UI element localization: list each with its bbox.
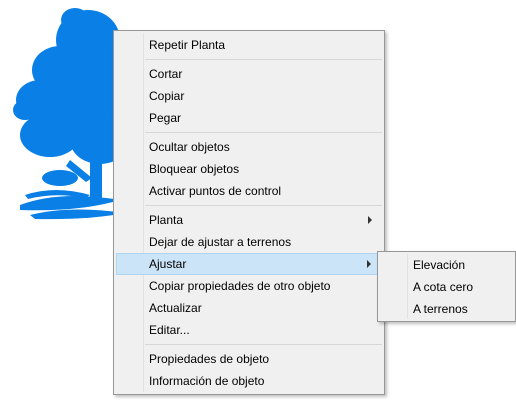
menu-item-label: A cota cero [413, 280, 474, 294]
menu-item-label: Ocultar objetos [149, 140, 230, 154]
chevron-right-icon [368, 216, 372, 224]
menu-item-propiedades-de-objeto[interactable]: Propiedades de objeto [116, 348, 382, 370]
submenu-item-elevacion[interactable]: Elevación [380, 254, 513, 276]
menu-separator [145, 344, 382, 345]
menu-item-label: Copiar [149, 89, 185, 103]
submenu-item-a-cota-cero[interactable]: A cota cero [380, 276, 513, 298]
menu-item-pegar[interactable]: Pegar [116, 107, 382, 129]
context-menu: Repetir Planta Cortar Copiar Pegar Ocult… [113, 30, 385, 395]
menu-item-ajustar[interactable]: Ajustar [116, 253, 382, 275]
menu-item-repetir-planta[interactable]: Repetir Planta [116, 34, 382, 56]
menu-item-label: Copiar propiedades de otro objeto [149, 279, 331, 293]
menu-item-activar-puntos-de-control[interactable]: Activar puntos de control [116, 180, 382, 202]
menu-item-actualizar[interactable]: Actualizar [116, 297, 382, 319]
menu-item-label: Actualizar [149, 301, 202, 315]
menu-item-label: Ajustar [149, 257, 187, 271]
menu-item-copiar-propiedades-de-otro-objeto[interactable]: Copiar propiedades de otro objeto [116, 275, 382, 297]
menu-item-label: A terrenos [413, 302, 468, 316]
menu-separator [145, 132, 382, 133]
menu-separator [145, 59, 382, 60]
menu-item-label: Pegar [149, 111, 182, 125]
menu-item-label: Editar... [149, 323, 190, 337]
menu-item-cortar[interactable]: Cortar [116, 63, 382, 85]
menu-item-ocultar-objetos[interactable]: Ocultar objetos [116, 136, 382, 158]
menu-item-editar[interactable]: Editar... [116, 319, 382, 341]
menu-item-bloquear-objetos[interactable]: Bloquear objetos [116, 158, 382, 180]
submenu-item-a-terrenos[interactable]: A terrenos [380, 298, 513, 320]
menu-separator [145, 205, 382, 206]
menu-item-copiar[interactable]: Copiar [116, 85, 382, 107]
menu-item-label: Cortar [149, 67, 183, 81]
chevron-right-icon [367, 260, 371, 268]
menu-item-informacion-de-objeto[interactable]: Información de objeto [116, 370, 382, 392]
menu-item-planta[interactable]: Planta [116, 209, 382, 231]
menu-item-label: Elevación [413, 258, 466, 272]
menu-item-label: Activar puntos de control [149, 184, 282, 198]
menu-item-label: Dejar de ajustar a terrenos [149, 235, 292, 249]
menu-item-label: Repetir Planta [149, 38, 226, 52]
menu-item-label: Bloquear objetos [149, 162, 240, 176]
menu-item-dejar-de-ajustar-a-terrenos[interactable]: Dejar de ajustar a terrenos [116, 231, 382, 253]
menu-item-label: Información de objeto [149, 374, 265, 388]
ajustar-submenu: Elevación A cota cero A terrenos [377, 251, 516, 322]
menu-item-label: Planta [149, 213, 184, 227]
menu-item-label: Propiedades de objeto [149, 352, 270, 366]
